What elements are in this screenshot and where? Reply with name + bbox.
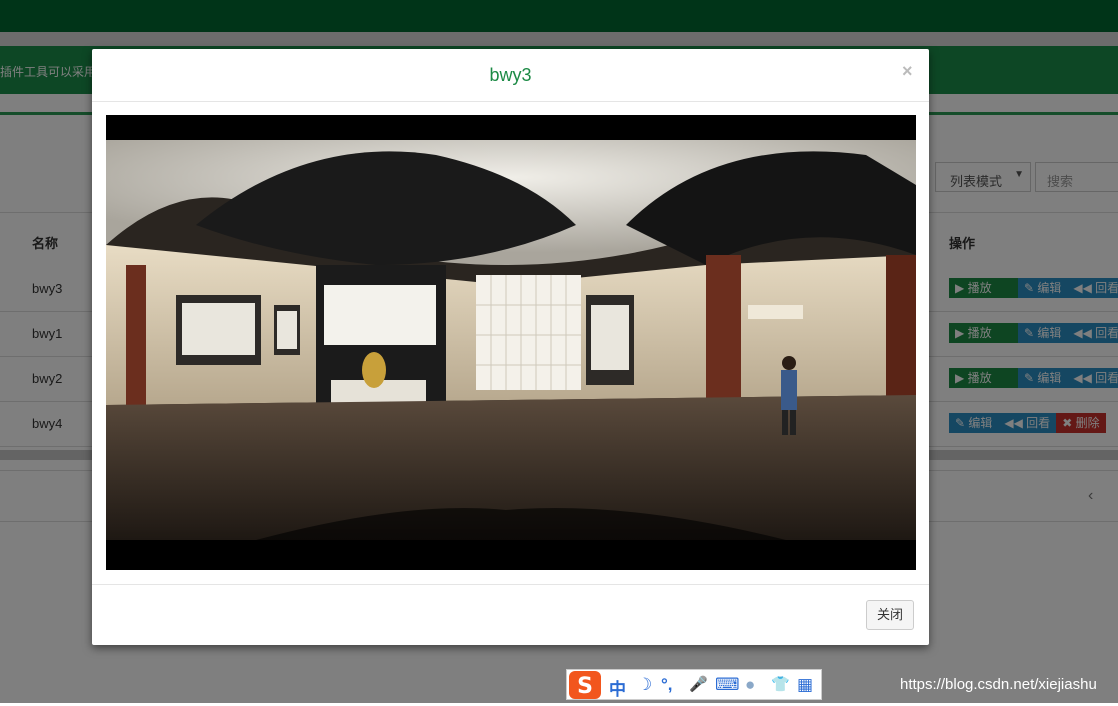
watermark: https://blog.csdn.net/xiejiashu [900,676,1097,693]
svg-text:S: S [577,674,593,699]
toolbox-grid-icon[interactable]: ▦ [797,675,813,695]
modal-footer: 关闭 [92,584,929,646]
user-icon[interactable]: ● [745,675,755,695]
panorama-video-frame [106,115,916,570]
video-player[interactable] [106,115,916,570]
keyboard-icon[interactable]: ⌨ [715,675,740,695]
close-icon[interactable]: × [902,61,913,82]
skin-icon[interactable]: 👕 [771,675,790,693]
half-width-icon[interactable]: ☽ [637,675,652,695]
video-modal: bwy3 × 关闭 [92,49,929,645]
modal-header: bwy3 × [92,49,929,102]
modal-title: bwy3 [489,65,532,85]
punctuation-icon[interactable]: °, [661,675,673,695]
ime-toolbar: S 中 ☽ °, 🎤 ⌨ ● 👕 ▦ [566,669,822,700]
chinese-mode-icon[interactable]: 中 [609,675,626,700]
microphone-icon[interactable]: 🎤 [689,675,708,693]
sogou-logo-icon[interactable]: S [568,668,602,702]
close-button[interactable]: 关闭 [866,600,914,630]
